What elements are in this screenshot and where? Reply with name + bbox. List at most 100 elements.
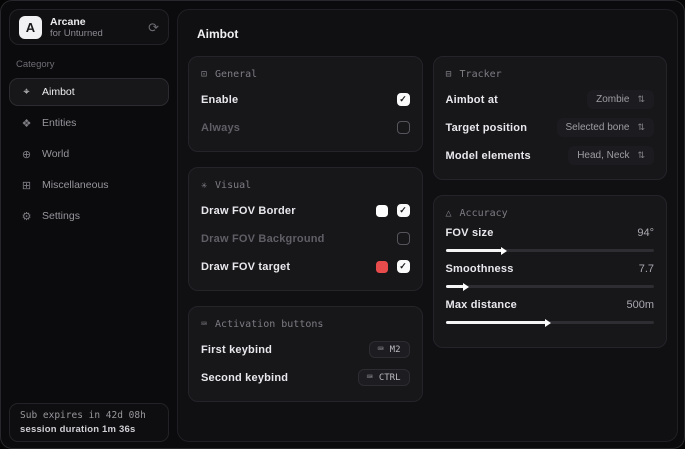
setting-row-enable: Enable ✓ (201, 88, 410, 111)
visual-card: ✳ Visual Draw FOV Border ✓ Draw F (188, 167, 423, 291)
slider-thumb[interactable] (463, 283, 469, 291)
setting-row-first-keybind: First keybind ⌨ M2 (201, 338, 410, 361)
keyboard-icon: ⌨ (367, 372, 373, 383)
fov-border-checkbox[interactable]: ✓ (397, 204, 410, 217)
page-title: Aimbot (197, 27, 667, 41)
tracker-card: ⊟ Tracker Aimbot at Zombie ⇅ Target posi… (433, 56, 668, 180)
setting-label: Aimbot at (446, 94, 499, 106)
right-column: ⊟ Tracker Aimbot at Zombie ⇅ Target posi… (433, 56, 668, 417)
general-icon: ⊡ (201, 69, 207, 80)
enable-checkbox[interactable]: ✓ (397, 93, 410, 106)
slider-fill (446, 249, 502, 252)
color-swatch[interactable] (376, 205, 388, 217)
crosshair-icon: ⌖ (20, 86, 33, 99)
globe-icon: ⊕ (20, 148, 33, 161)
sub-expiry-text: Sub expires in 42d 08h (20, 410, 158, 421)
model-elements-select[interactable]: Head, Neck ⇅ (568, 146, 654, 165)
subscription-info: Sub expires in 42d 08h session duration … (9, 403, 169, 442)
select-value: Selected bone (566, 122, 630, 133)
setting-row-smoothness: Smoothness 7.7 (446, 263, 655, 288)
sidebar-item-settings[interactable]: ⚙ Settings (9, 202, 169, 230)
setting-row-aimbot-at: Aimbot at Zombie ⇅ (446, 88, 655, 111)
color-swatch[interactable] (376, 261, 388, 273)
slider-thumb[interactable] (545, 319, 551, 327)
entities-icon: ❖ (20, 117, 33, 130)
main-panel: Aimbot ⊡ General Enable ✓ A (177, 9, 678, 442)
max-distance-slider[interactable] (446, 321, 655, 324)
sidebar-item-label: Aimbot (42, 86, 75, 98)
always-checkbox[interactable]: ✓ (397, 121, 410, 134)
slider-fill (446, 321, 546, 324)
setting-label: Always (201, 122, 240, 134)
refresh-icon[interactable]: ⟳ (148, 21, 159, 34)
app-window: A Arcane for Unturned ⟳ Category ⌖ Aimbo… (0, 0, 685, 449)
setting-row-fov-border: Draw FOV Border ✓ (201, 199, 410, 222)
app-header: A Arcane for Unturned ⟳ (9, 9, 169, 45)
smoothness-slider[interactable] (446, 285, 655, 288)
first-keybind-button[interactable]: ⌨ M2 (369, 341, 410, 358)
sidebar-item-aimbot[interactable]: ⌖ Aimbot (9, 78, 169, 106)
keybind-value: CTRL (379, 373, 401, 383)
fov-target-checkbox[interactable]: ✓ (397, 260, 410, 273)
keyboard-icon: ⌨ (201, 319, 207, 330)
second-keybind-button[interactable]: ⌨ CTRL (358, 369, 410, 386)
tracker-icon: ⊟ (446, 69, 452, 80)
setting-row-fov-background: Draw FOV Background ✓ (201, 227, 410, 250)
sidebar-item-miscellaneous[interactable]: ⊞ Miscellaneous (9, 171, 169, 199)
check-icon: ✓ (399, 206, 407, 215)
check-icon: ✓ (399, 262, 407, 271)
general-card: ⊡ General Enable ✓ Always ✓ (188, 56, 423, 152)
activation-card-title: Activation buttons (215, 319, 323, 330)
sidebar-item-label: Miscellaneous (42, 179, 109, 191)
visual-card-title: Visual (215, 180, 251, 191)
visual-icon: ✳ (201, 180, 207, 191)
accuracy-card: △ Accuracy FOV size 94° (433, 195, 668, 348)
slider-fill (446, 285, 465, 288)
setting-label: Second keybind (201, 372, 288, 384)
chevron-up-down-icon: ⇅ (637, 94, 645, 105)
select-value: Head, Neck (577, 150, 629, 161)
target-position-select[interactable]: Selected bone ⇅ (557, 118, 655, 137)
gear-icon: ⚙ (20, 210, 33, 223)
setting-label: Max distance (446, 299, 517, 311)
general-card-title: General (215, 69, 257, 80)
chevron-up-down-icon: ⇅ (637, 122, 645, 133)
app-logo: A (19, 16, 42, 39)
setting-label: FOV size (446, 227, 494, 239)
setting-label: Draw FOV Background (201, 233, 325, 245)
fov-background-checkbox[interactable]: ✓ (397, 232, 410, 245)
slider-thumb[interactable] (501, 247, 507, 255)
chevron-up-down-icon: ⇅ (637, 150, 645, 161)
aimbot-at-select[interactable]: Zombie ⇅ (587, 90, 654, 109)
fov-size-value: 94° (637, 227, 654, 239)
session-duration-text: session duration 1m 36s (20, 424, 158, 435)
keyboard-icon: ⌨ (378, 344, 384, 355)
activation-card: ⌨ Activation buttons First keybind ⌨ M2 … (188, 306, 423, 402)
fov-size-slider[interactable] (446, 249, 655, 252)
setting-label: Draw FOV Border (201, 205, 296, 217)
grid-icon: ⊞ (20, 179, 33, 192)
setting-label: Model elements (446, 150, 531, 162)
accuracy-icon: △ (446, 208, 452, 219)
setting-label: Enable (201, 94, 238, 106)
check-icon: ✓ (399, 95, 407, 104)
category-label: Category (16, 59, 169, 70)
sidebar-item-world[interactable]: ⊕ World (9, 140, 169, 168)
sidebar-item-label: Entities (42, 117, 76, 129)
setting-row-always: Always ✓ (201, 116, 410, 139)
select-value: Zombie (596, 94, 629, 105)
smoothness-value: 7.7 (639, 263, 654, 275)
sidebar-item-label: World (42, 148, 69, 160)
setting-row-model-elements: Model elements Head, Neck ⇅ (446, 144, 655, 167)
setting-label: First keybind (201, 344, 272, 356)
accuracy-card-title: Accuracy (460, 208, 508, 219)
app-subtitle: for Unturned (50, 28, 103, 39)
app-name: Arcane (50, 16, 103, 28)
tracker-card-title: Tracker (460, 69, 502, 80)
sidebar-item-entities[interactable]: ❖ Entities (9, 109, 169, 137)
setting-row-fov-size: FOV size 94° (446, 227, 655, 252)
max-distance-value: 500m (626, 299, 654, 311)
setting-row-target-position: Target position Selected bone ⇅ (446, 116, 655, 139)
setting-label: Target position (446, 122, 528, 134)
setting-row-second-keybind: Second keybind ⌨ CTRL (201, 366, 410, 389)
